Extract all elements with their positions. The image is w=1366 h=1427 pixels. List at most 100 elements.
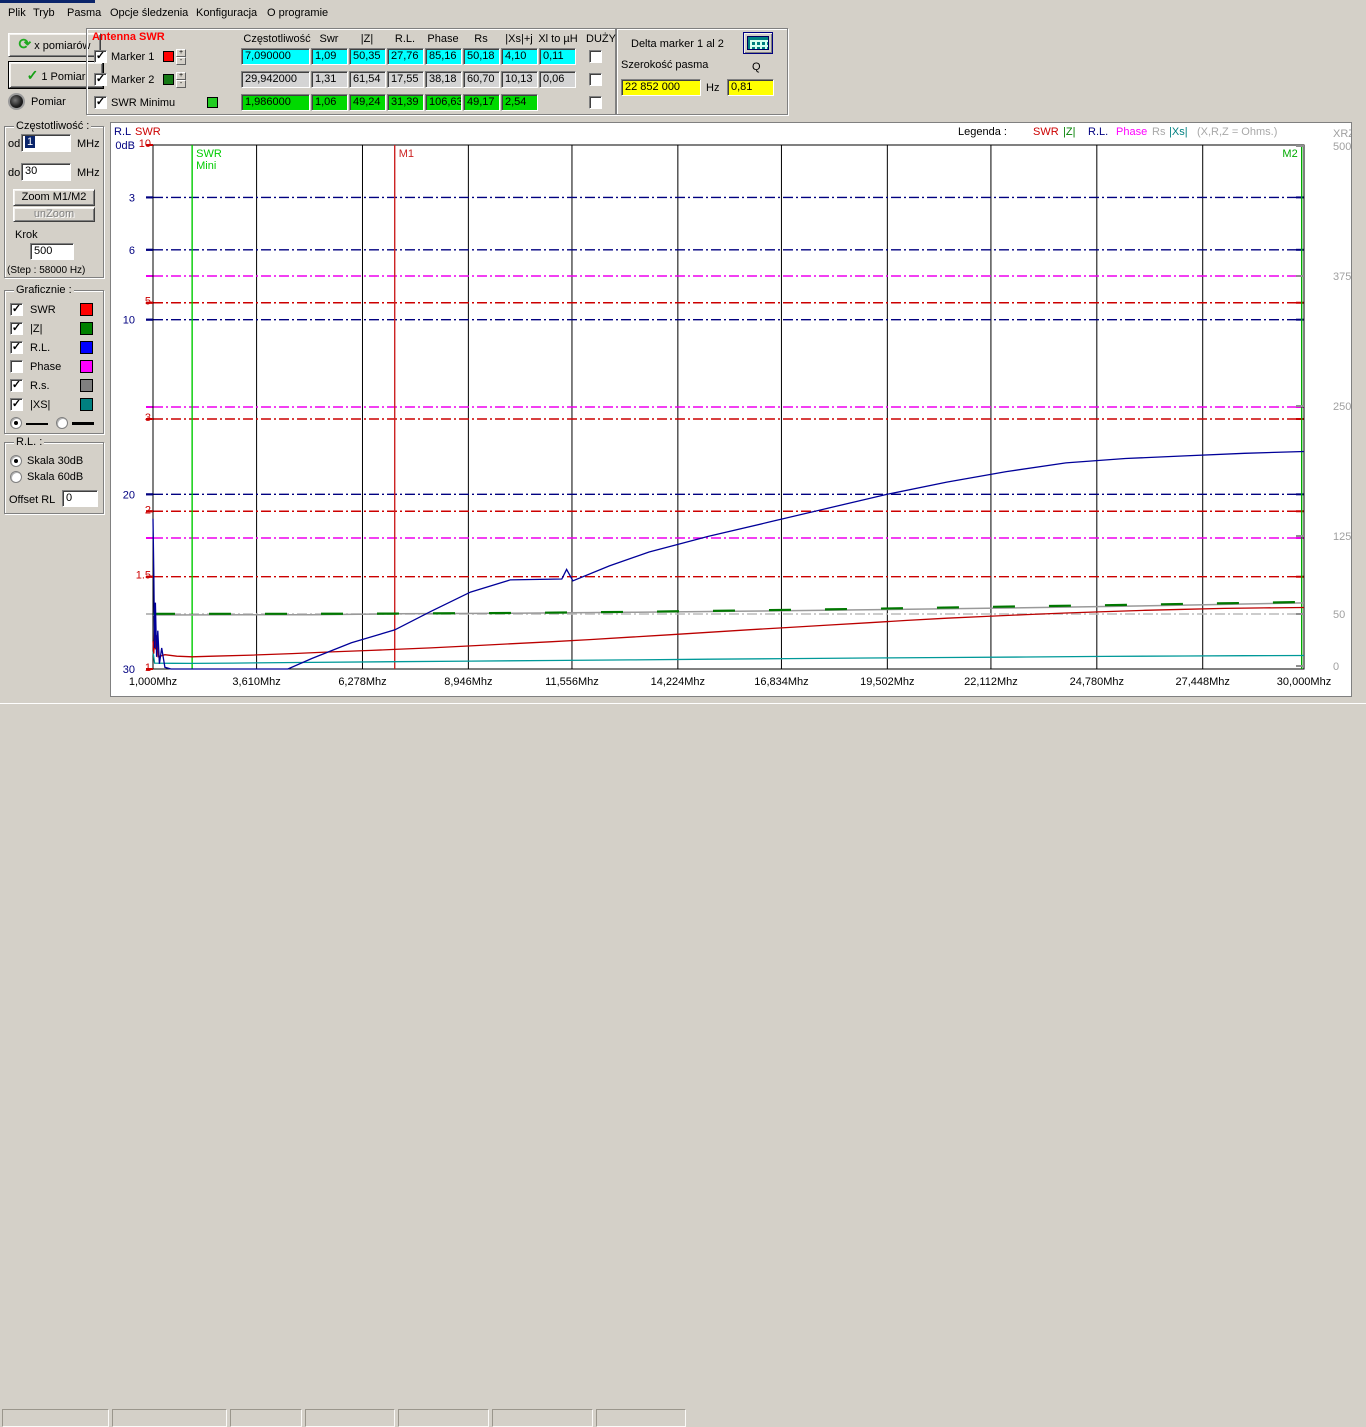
x-axis-label: 22,112Mhz xyxy=(964,676,1018,688)
marker1-duzy-checkbox[interactable] xyxy=(589,50,602,63)
x-axis-label: 3,610Mhz xyxy=(232,676,280,688)
q-field: 0,81 xyxy=(727,79,774,96)
delta-marker-title: Delta marker 1 al 2 xyxy=(631,38,724,50)
frequency-group-title: Częstotliwość : xyxy=(14,120,92,132)
legend-item-swr: SWR xyxy=(1033,126,1059,138)
freq-from-field[interactable]: 1 xyxy=(21,134,71,152)
marker2-color-swatch xyxy=(163,74,174,85)
chart-corner-rl-label: R.L xyxy=(114,126,132,138)
zoom-m1-m2-button[interactable]: Zoom M1/M2 xyxy=(13,189,95,206)
trace-rl-swatch xyxy=(80,341,93,354)
scale-30db-label: Skala 30dB xyxy=(27,455,84,467)
menu-plik[interactable]: Plik xyxy=(4,6,30,20)
swrmin-xs-field: 2,54 xyxy=(501,94,538,111)
unzoom-button[interactable]: unZoom xyxy=(13,207,95,222)
menu-opcje-sledzenia[interactable]: Opcje śledzenia xyxy=(106,6,192,20)
linestyle-solid-radio[interactable] xyxy=(10,417,22,429)
swrmin-color-swatch xyxy=(207,97,218,108)
taskbar-button[interactable] xyxy=(2,1409,109,1427)
swrmin-z-field: 49,24 xyxy=(349,94,386,111)
measure-led-label: Pomiar xyxy=(31,96,66,108)
trace-phase-checkbox[interactable] xyxy=(10,360,23,373)
marker2-xs-field: 10,13 xyxy=(501,71,538,88)
step-label: Krok xyxy=(15,229,38,241)
x-axis-label: 19,502Mhz xyxy=(860,676,914,688)
menu-o-programie[interactable]: O programie xyxy=(263,6,332,20)
marker1-checkbox[interactable]: ✓ xyxy=(94,50,107,63)
marker2-rs-field: 60,70 xyxy=(463,71,500,88)
x-axis-label: 6,278Mhz xyxy=(338,676,386,688)
marker1-label: Marker 1 xyxy=(111,51,155,63)
q-label: Q xyxy=(752,61,761,73)
marker2-uh-field: 0,06 xyxy=(539,71,576,88)
menu-tryb[interactable]: Tryb xyxy=(29,6,59,20)
legend-item-rl: R.L. xyxy=(1088,126,1109,138)
multi-measure-label: x pomiarów xyxy=(34,40,91,52)
chart-marker-label: Mini xyxy=(196,160,216,172)
legend-title: Legenda : xyxy=(958,126,1007,138)
linestyle-alt-radio[interactable] xyxy=(56,417,68,429)
swr-chart[interactable]: 1,000Mhz 3,610Mhz 6,278Mhz 8,946Mhz 11,556Mh… xyxy=(111,123,1351,696)
offset-rl-field[interactable]: 0 xyxy=(62,490,98,507)
single-measure-label: 1 Pomiar xyxy=(41,71,86,83)
bandwidth-label: Szerokość pasma xyxy=(621,59,709,71)
marker2-spin-up[interactable]: + xyxy=(176,72,186,80)
linestyle-alt-sample xyxy=(72,422,94,425)
trace-rs-checkbox[interactable]: ✓ xyxy=(10,379,23,392)
swrmin-checkbox[interactable]: ✓ xyxy=(94,96,107,109)
col-header-rs: Rs xyxy=(474,33,488,45)
trace-xs-checkbox[interactable]: ✓ xyxy=(10,398,23,411)
trace-swr-checkbox[interactable]: ✓ xyxy=(10,303,23,316)
ohm-axis-label: 375 xyxy=(1333,271,1351,283)
right-axis-title: XRZ xyxy=(1333,128,1351,140)
trace-xs-swatch xyxy=(80,398,93,411)
legend-item-z: |Z| xyxy=(1063,126,1076,138)
step-info: (Step : 58000 Hz) xyxy=(7,265,86,276)
trace-rl-checkbox[interactable]: ✓ xyxy=(10,341,23,354)
x-axis-label: 11,556Mhz xyxy=(545,676,599,688)
taskbar-button[interactable] xyxy=(112,1409,227,1427)
scale-60db-radio[interactable] xyxy=(10,471,22,483)
marker2-freq-field[interactable]: 29,942000 xyxy=(241,71,310,88)
menu-pasma[interactable]: Pasma xyxy=(63,6,105,20)
freq-to-field[interactable]: 30 xyxy=(21,163,71,181)
taskbar-button[interactable] xyxy=(596,1409,686,1427)
marker1-spin-down[interactable]: - xyxy=(176,57,186,65)
marker1-freq-field[interactable]: 7,090000 xyxy=(241,48,310,65)
ohm-axis-label: 0 xyxy=(1333,661,1339,673)
chart-corner-swr-label: SWR xyxy=(135,126,161,138)
taskbar-button[interactable] xyxy=(305,1409,395,1427)
marker2-checkbox[interactable]: ✓ xyxy=(94,73,107,86)
calculator-icon xyxy=(747,36,769,50)
trace-z-checkbox[interactable]: ✓ xyxy=(10,322,23,335)
marker2-spin-down[interactable]: - xyxy=(176,80,186,88)
series-R.L. xyxy=(152,450,1305,670)
ohm-axis-label: 500 xyxy=(1333,141,1351,153)
marker1-xs-field: 4,10 xyxy=(501,48,538,65)
marker-table-title: Antenna SWR xyxy=(92,31,165,43)
marker2-duzy-checkbox[interactable] xyxy=(589,73,602,86)
taskbar-button[interactable] xyxy=(492,1409,593,1427)
scale-30db-radio[interactable] xyxy=(10,455,22,467)
marker1-spin-up[interactable]: + xyxy=(176,49,186,57)
taskbar-button[interactable] xyxy=(398,1409,489,1427)
traces-group-title: Graficznie : xyxy=(14,284,74,296)
chart-marker-label: M2 xyxy=(1282,148,1297,160)
menu-konfiguracja[interactable]: Konfiguracja xyxy=(192,6,261,20)
check-icon: ✓ xyxy=(26,67,39,83)
taskbar-button[interactable] xyxy=(230,1409,302,1427)
x-axis-label: 24,780Mhz xyxy=(1070,676,1124,688)
calculator-button[interactable] xyxy=(743,32,773,54)
taskbar xyxy=(0,703,1366,1427)
swrmin-duzy-checkbox[interactable] xyxy=(589,96,602,109)
chart-panel: 1,000Mhz 3,610Mhz 6,278Mhz 8,946Mhz 11,556Mh… xyxy=(110,122,1352,697)
marker1-color-swatch xyxy=(163,51,174,62)
step-field[interactable]: 500 xyxy=(30,243,74,260)
freq-from-label: od xyxy=(8,138,21,150)
col-header-swr: Swr xyxy=(319,33,339,45)
trace-z-swatch xyxy=(80,322,93,335)
titlebar-sliver xyxy=(0,0,95,3)
marker2-rl-field: 17,55 xyxy=(387,71,424,88)
trace-swr-swatch xyxy=(80,303,93,316)
rl-axis-label: 20 xyxy=(123,489,135,501)
